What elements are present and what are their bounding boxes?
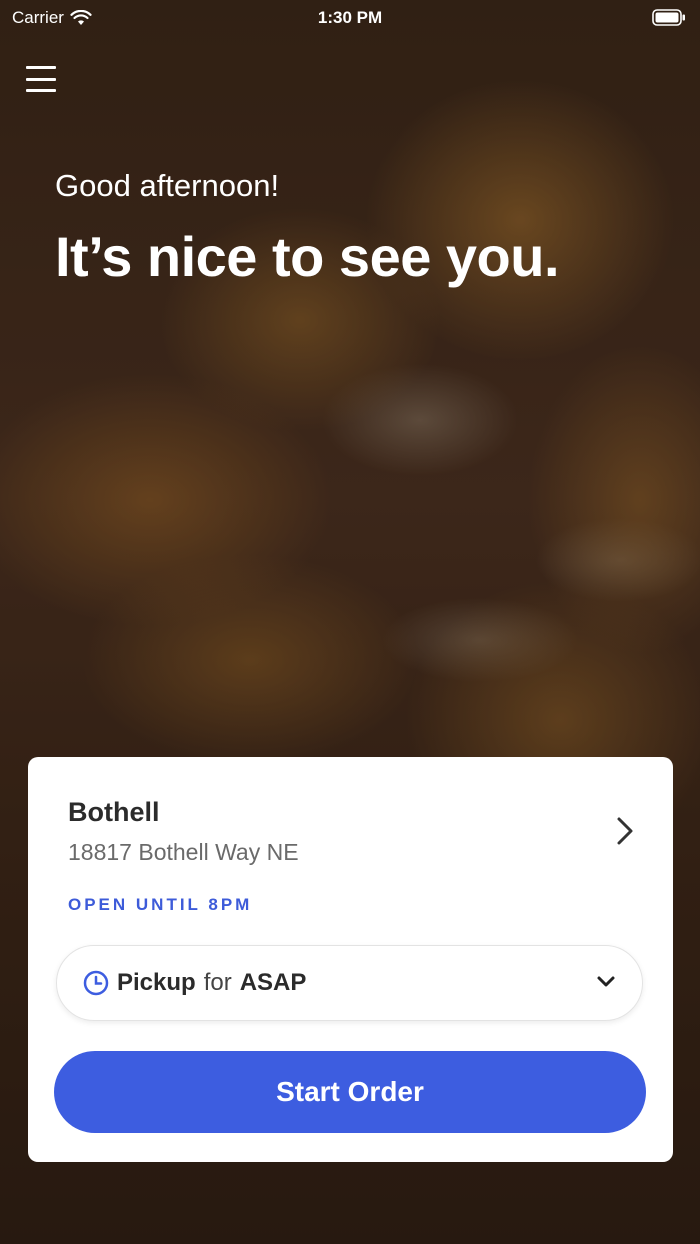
status-bar: Carrier 1:30 PM: [0, 0, 700, 40]
order-time: ASAP: [239, 969, 307, 996]
battery-icon: [652, 9, 685, 26]
location-address[interactable]: 18817 Bothell Way NE: [68, 839, 299, 866]
start-order-button[interactable]: Start Order: [54, 1051, 646, 1133]
order-connector: for: [203, 969, 232, 996]
chevron-right-icon[interactable]: [613, 815, 637, 847]
menu-line: [26, 66, 56, 69]
location-name[interactable]: Bothell: [68, 797, 160, 828]
order-method: Pickup: [117, 969, 196, 996]
location-hours: OPEN UNTIL 8PM: [68, 895, 253, 914]
greeting-text: Good afternoon!: [55, 168, 280, 203]
clock-icon: [83, 970, 109, 996]
status-time: 1:30 PM: [317, 8, 383, 27]
menu-icon[interactable]: [26, 66, 56, 92]
menu-line: [26, 89, 56, 92]
location-card: Bothell 18817 Bothell Way NE OPEN UNTIL …: [28, 757, 673, 1162]
order-mode-text: Pickup for ASAP: [117, 969, 306, 997]
menu-line: [26, 77, 56, 81]
chevron-down-icon[interactable]: [596, 975, 616, 989]
headline-text: It’s nice to see you.: [55, 225, 560, 288]
order-mode-selector[interactable]: Pickup for ASAP: [56, 945, 643, 1021]
